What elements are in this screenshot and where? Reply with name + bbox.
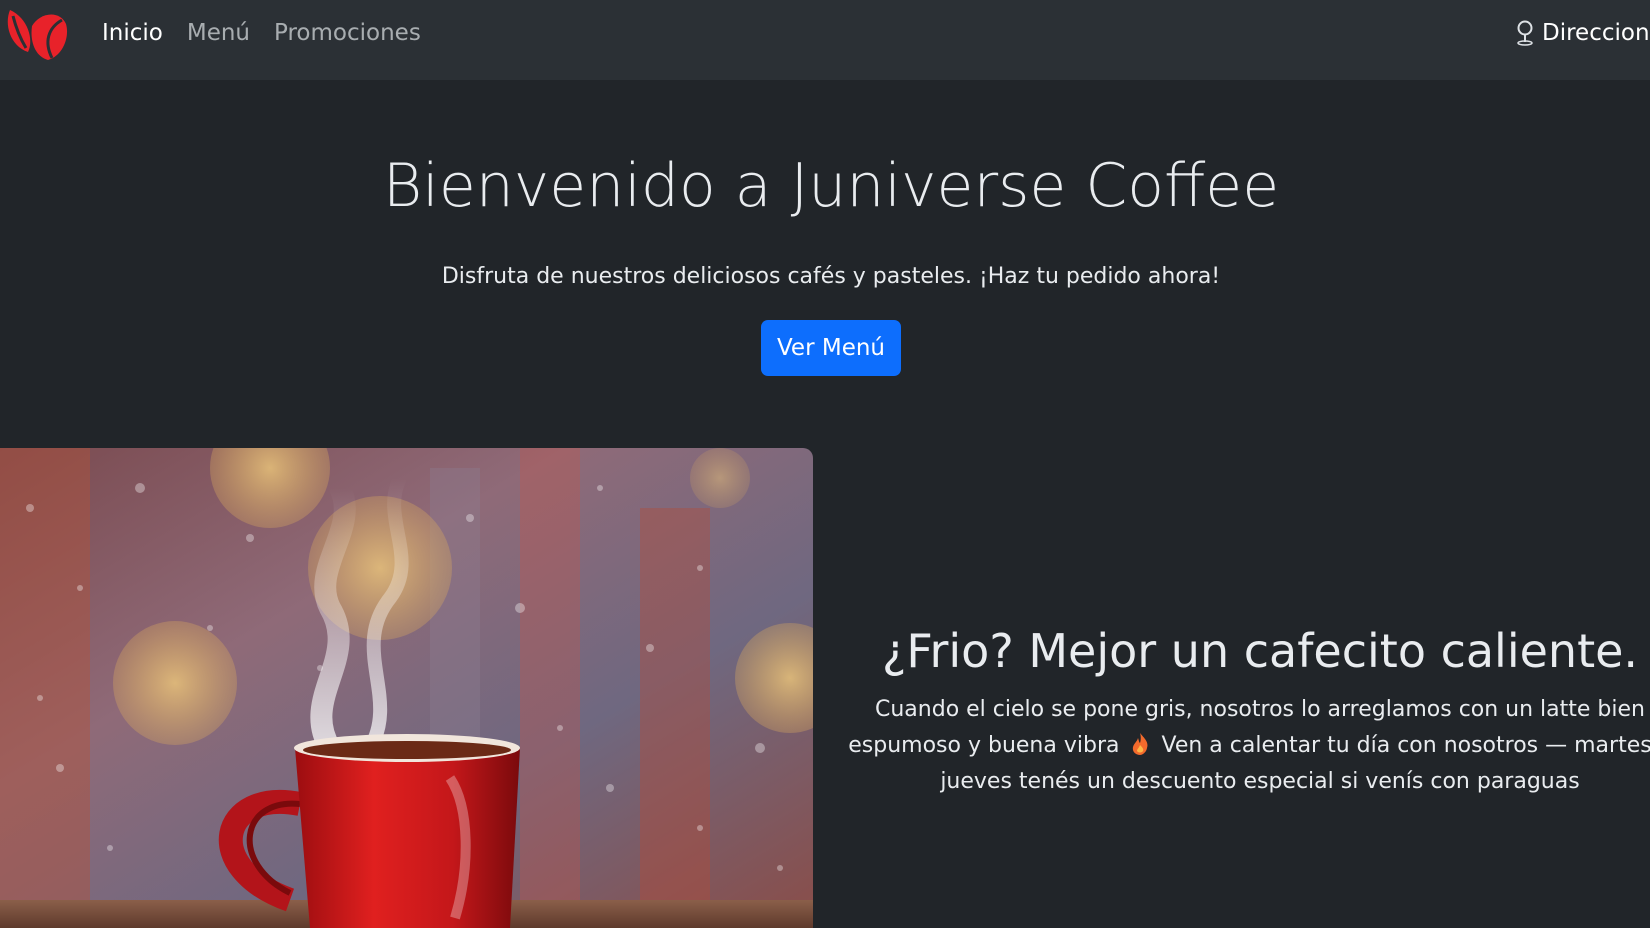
brand-logo[interactable] — [4, 2, 68, 62]
hero-subtitle: Disfruta de nuestros deliciosos cafés y … — [441, 264, 1221, 289]
nav-link-promociones[interactable]: Promociones — [274, 20, 421, 46]
promo-text: Cuando el cielo se pone gris, nosotros l… — [845, 692, 1650, 800]
nav-direcciones-label: Direcciones — [1542, 20, 1650, 46]
promo-title: ¿Frio? Mejor un cafecito caliente. — [881, 624, 1639, 678]
nav-links: Inicio Menú Promociones — [102, 0, 421, 66]
nav-link-inicio[interactable]: Inicio — [102, 20, 163, 46]
nav-link-direcciones[interactable]: Direcciones — [1516, 0, 1650, 66]
navbar: Inicio Menú Promociones Direcciones — [0, 0, 1650, 80]
red-coffee-cup-rainy-window-image — [0, 448, 813, 928]
ver-menu-button[interactable]: Ver Menú — [761, 320, 901, 376]
location-pin-icon — [1517, 20, 1533, 46]
hero-title: Bienvenido a Juniverse Coffee — [382, 151, 1280, 221]
fire-icon — [1133, 733, 1148, 755]
nav-link-menu[interactable]: Menú — [187, 20, 250, 46]
coffee-beans-logo-icon — [7, 10, 68, 60]
promo-image — [0, 448, 813, 928]
